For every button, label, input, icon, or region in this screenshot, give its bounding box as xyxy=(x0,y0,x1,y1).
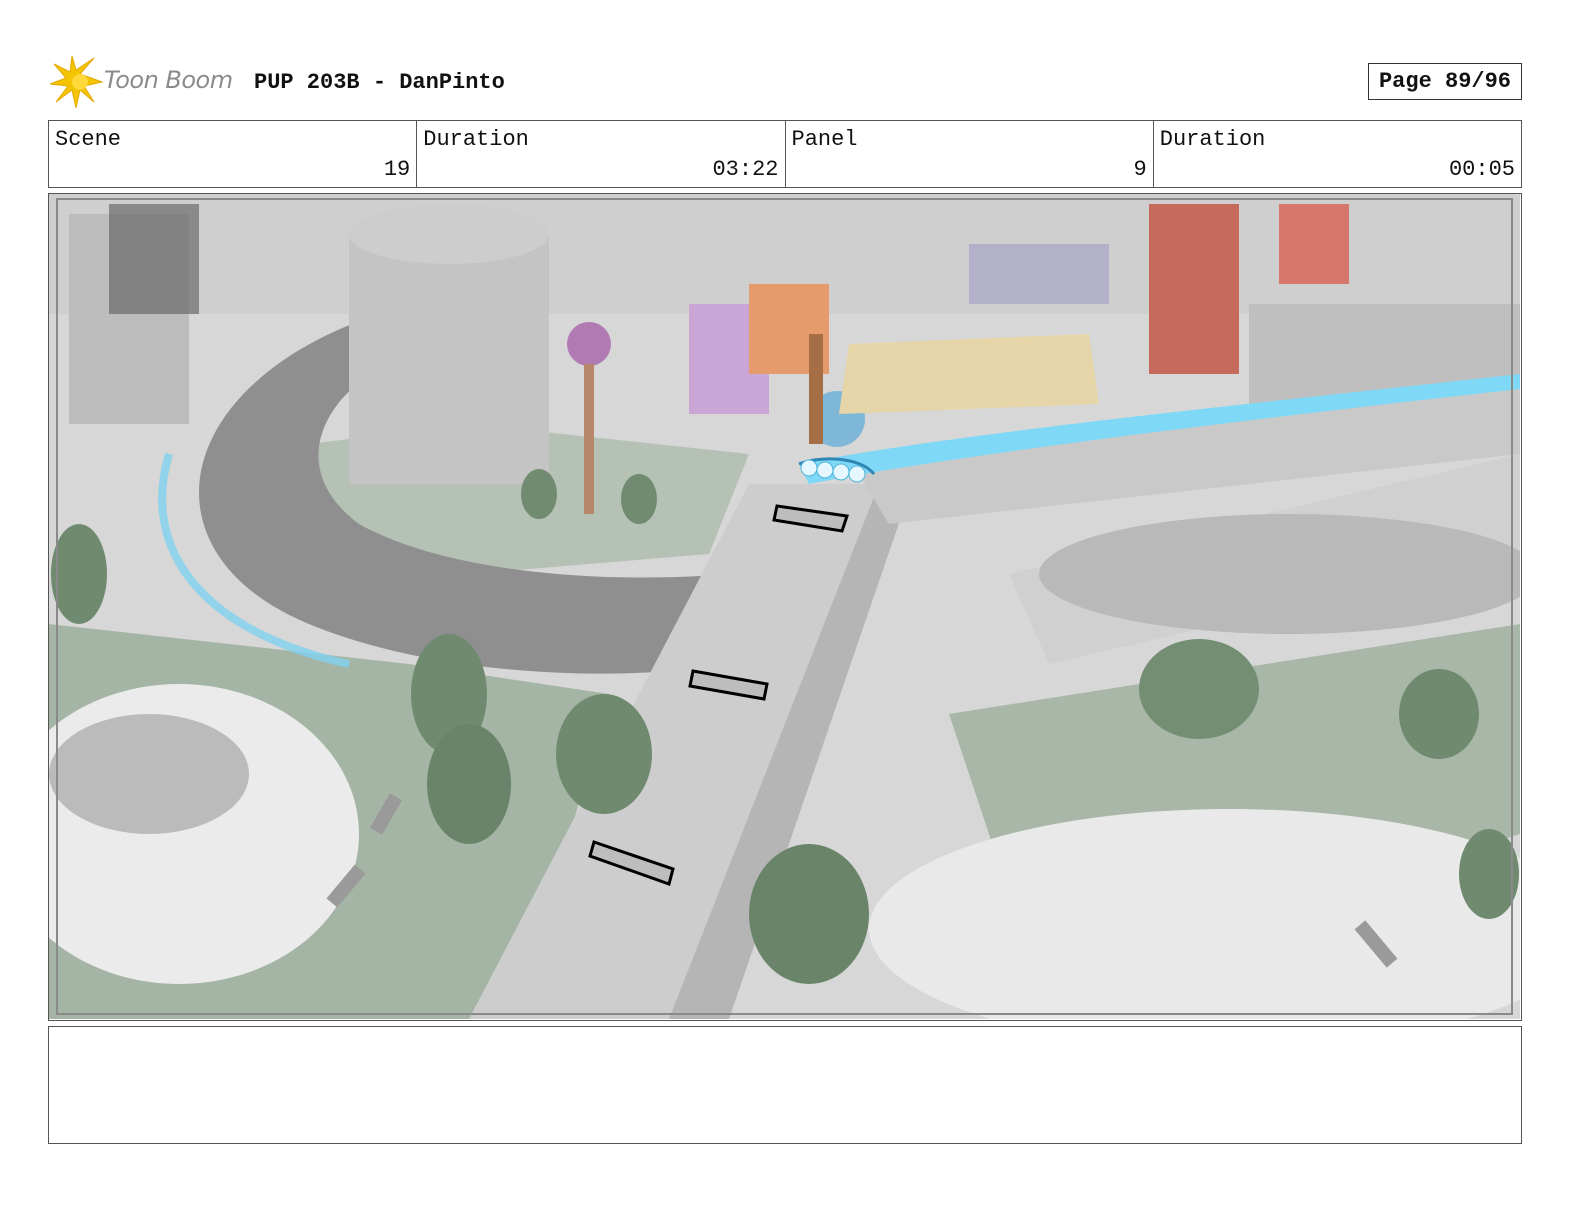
scene-value: 19 xyxy=(383,157,411,182)
scene-label: Scene xyxy=(55,127,122,152)
page-indicator: Page 89/96 xyxy=(1368,63,1522,100)
scene-duration-cell: Duration 03:22 xyxy=(417,121,786,187)
panel-duration-cell: Duration 00:05 xyxy=(1154,121,1521,187)
toon-boom-logo: Toon Boom xyxy=(49,55,240,109)
scene-cell: Scene 19 xyxy=(49,121,418,187)
panel-value: 9 xyxy=(1133,157,1147,182)
panel-duration-value: 00:05 xyxy=(1448,157,1515,182)
panel-cell: Panel 9 xyxy=(786,121,1154,187)
starburst-icon xyxy=(49,55,104,109)
panel-duration-label: Duration xyxy=(1159,127,1266,152)
city-aerial-scene xyxy=(49,194,1520,1019)
storyboard-panel-image xyxy=(48,193,1522,1021)
panel-notes-box xyxy=(48,1026,1522,1144)
document-title: PUP 203B - DanPinto xyxy=(254,70,505,95)
scene-duration-label: Duration xyxy=(423,127,529,152)
panel-label: Panel xyxy=(791,127,858,152)
scene-duration-value: 03:22 xyxy=(712,157,779,182)
panel-info-table: Scene 19 Duration 03:22 Panel 9 Duration… xyxy=(48,120,1522,188)
brand-name: Toon Boom xyxy=(104,66,233,94)
